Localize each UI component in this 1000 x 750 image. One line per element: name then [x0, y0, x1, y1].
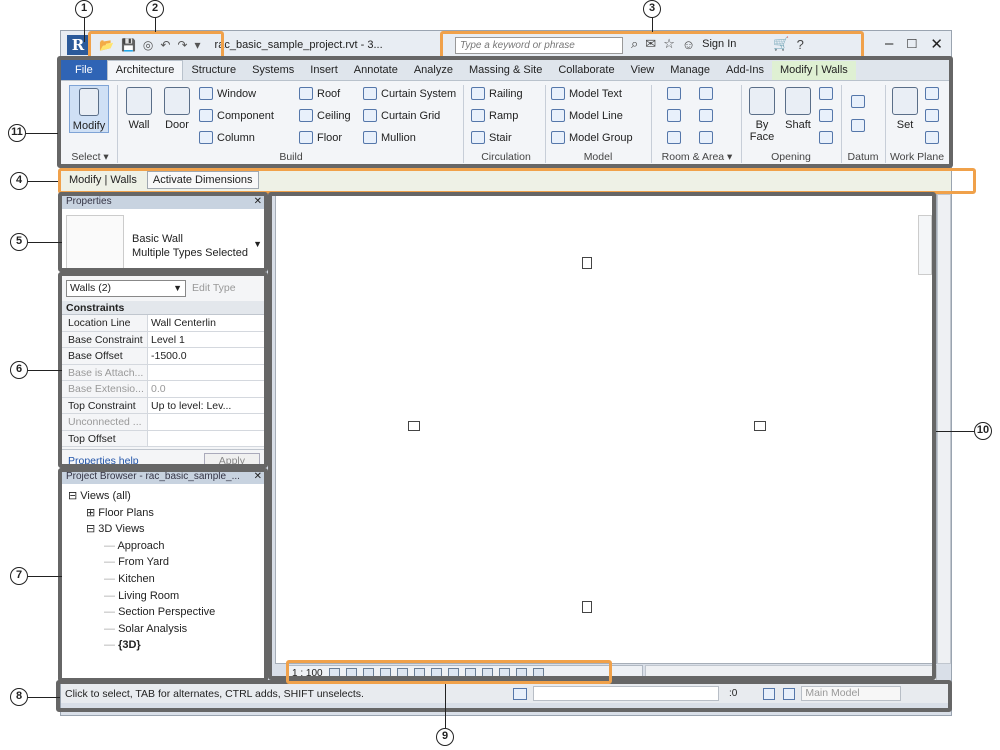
maximize-icon[interactable]: □: [907, 35, 916, 53]
callout-4: 4: [10, 172, 28, 190]
callout-6: 6: [10, 361, 28, 379]
ribbon-highlight: [57, 56, 953, 168]
callout-9: 9: [436, 728, 454, 746]
infocenter-highlight: [440, 31, 864, 59]
status-bar-highlight: [56, 680, 952, 712]
browser-highlight: [58, 468, 268, 682]
close-icon[interactable]: ✕: [930, 35, 943, 53]
callout-7: 7: [10, 567, 28, 585]
callout-1: 1: [75, 0, 93, 18]
callout-8: 8: [10, 688, 28, 706]
callout-2: 2: [146, 0, 164, 18]
quick-access-highlight: [88, 31, 224, 59]
callout-5: 5: [10, 233, 28, 251]
properties-highlight: [58, 272, 268, 468]
callout-3: 3: [643, 0, 661, 18]
vertical-scrollbar[interactable]: [937, 194, 951, 664]
window-controls: – □ ✕: [885, 35, 943, 53]
view-control-highlight: [286, 660, 612, 684]
callout-11: 11: [8, 124, 26, 142]
options-bar-highlight: [58, 168, 976, 194]
drawing-area-highlight: [268, 192, 936, 680]
app-logo[interactable]: R: [67, 35, 89, 55]
type-selector-highlight: [58, 192, 268, 272]
callout-10: 10: [974, 422, 992, 440]
minimize-icon[interactable]: –: [885, 35, 893, 53]
window-title: rac_basic_sample_project.rvt - 3...: [214, 39, 383, 51]
